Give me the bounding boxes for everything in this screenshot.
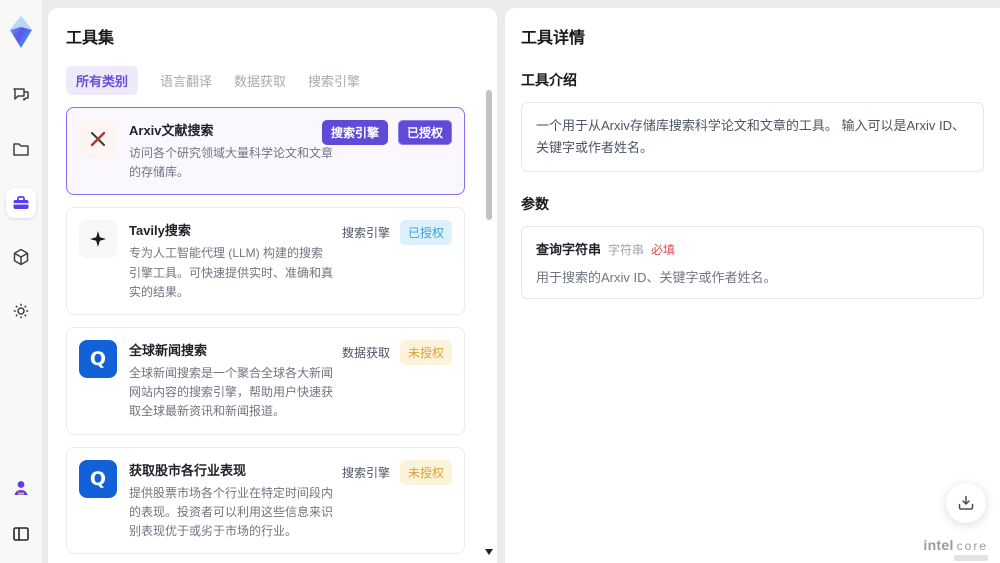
- folder-icon[interactable]: [6, 134, 36, 164]
- tool-name: Tavily搜索: [129, 223, 191, 239]
- tool-card-sector-performance[interactable]: Q 获取股市各行业表现 提供股票市场各个行业在特定时间段内的表现。投资者可以利用…: [66, 446, 465, 555]
- toolbox-icon-active[interactable]: [6, 188, 36, 218]
- avatar-icon[interactable]: [6, 473, 36, 503]
- q-app-icon: Q: [79, 339, 117, 378]
- param-required-flag: 必填: [651, 243, 676, 258]
- details-title: 工具详情: [521, 30, 586, 47]
- q-app-icon: Q: [79, 459, 117, 498]
- category-badge: 搜索引擎: [341, 465, 390, 480]
- tool-desc: 专为人工智能代理 (LLM) 构建的搜索引擎工具。可快速提供实时、准确和真实的结…: [129, 246, 334, 299]
- intro-text: 一个用于从Arxiv存储库搜索科学论文和文章的工具。 输入可以是Arxiv ID…: [536, 118, 966, 156]
- chat-icon[interactable]: [6, 80, 36, 110]
- intel-core-logo: intel core: [923, 537, 988, 553]
- tab-translation[interactable]: 语言翻译: [160, 66, 212, 95]
- intro-heading: 工具介绍: [521, 72, 577, 88]
- gear-icon[interactable]: [6, 296, 36, 326]
- status-badge: 已授权: [397, 120, 452, 145]
- param-desc: 用于搜索的Arxiv ID、关键字或作者姓名。: [536, 270, 777, 286]
- tool-name: 获取股市各行业表现: [129, 462, 247, 478]
- arxiv-icon: [79, 120, 117, 158]
- tool-name: 全球新闻搜索: [129, 342, 208, 358]
- app-logo-icon: [4, 12, 38, 52]
- star-icon: [79, 220, 117, 259]
- tool-desc: 访问各个研究领域大量科学论文和文章的存储库。: [129, 146, 334, 180]
- tool-list: Arxiv文献搜索 访问各个研究领域大量科学论文和文章的存储库。 搜索引擎 已授…: [66, 107, 479, 562]
- intro-box: 一个用于从Arxiv存储库搜索科学论文和文章的工具。 输入可以是Arxiv ID…: [521, 102, 984, 173]
- status-badge: 已授权: [399, 220, 452, 246]
- toolset-title: 工具集: [66, 30, 115, 47]
- download-icon: [958, 495, 974, 510]
- cube-icon[interactable]: [6, 242, 36, 272]
- tool-details-panel: 工具详情 工具介绍 一个用于从Arxiv存储库搜索科学论文和文章的工具。 输入可…: [505, 8, 1000, 563]
- tool-desc: 全球新闻搜索是一个聚合全球各大新闻网站内容的搜索引擎，帮助用户快速获取全球最新资…: [129, 365, 334, 419]
- param-name: 查询字符串: [536, 242, 602, 258]
- status-badge: 未授权: [399, 339, 452, 365]
- intel-sub-badge: [954, 555, 988, 561]
- tab-data-fetch[interactable]: 数据获取: [234, 66, 286, 95]
- param-type: 字符串: [608, 243, 645, 258]
- scroll-down-arrow-icon[interactable]: [485, 549, 493, 555]
- category-badge: 数据获取: [341, 345, 390, 360]
- tool-card-global-news[interactable]: Q 全球新闻搜索 全球新闻搜索是一个聚合全球各大新闻网站内容的搜索引擎，帮助用户…: [66, 326, 465, 435]
- download-button[interactable]: [946, 483, 986, 523]
- status-badge: 未授权: [399, 459, 452, 485]
- params-heading: 参数: [521, 196, 549, 213]
- sidebar-rail: [0, 0, 42, 563]
- panel-toggle-icon[interactable]: [6, 519, 36, 549]
- list-scrollbar[interactable]: [486, 90, 492, 220]
- tab-all-categories[interactable]: 所有类别: [66, 66, 139, 95]
- category-badge: 搜索引擎: [321, 120, 388, 145]
- tool-card-tavily[interactable]: Tavily搜索 专为人工智能代理 (LLM) 构建的搜索引擎工具。可快速提供实…: [66, 207, 465, 315]
- tool-card-arxiv[interactable]: Arxiv文献搜索 访问各个研究领域大量科学论文和文章的存储库。 搜索引擎 已授…: [66, 107, 465, 196]
- tab-search-engine[interactable]: 搜索引擎: [308, 66, 360, 95]
- tool-name: Arxiv文献搜索: [129, 123, 214, 138]
- toolset-panel: 工具集 所有类别 语言翻译 数据获取 搜索引擎 Arxiv文献搜索 访问各个研究…: [48, 8, 497, 563]
- category-badge: 搜索引擎: [341, 226, 390, 241]
- param-box: 查询字符串 字符串 必填 用于搜索的Arxiv ID、关键字或作者姓名。: [521, 226, 984, 300]
- category-tabs: 所有类别 语言翻译 数据获取 搜索引擎: [66, 66, 479, 95]
- tool-desc: 提供股票市场各个行业在特定时间段内的表现。投资者可以利用这些信息来识别表现优于或…: [129, 485, 334, 538]
